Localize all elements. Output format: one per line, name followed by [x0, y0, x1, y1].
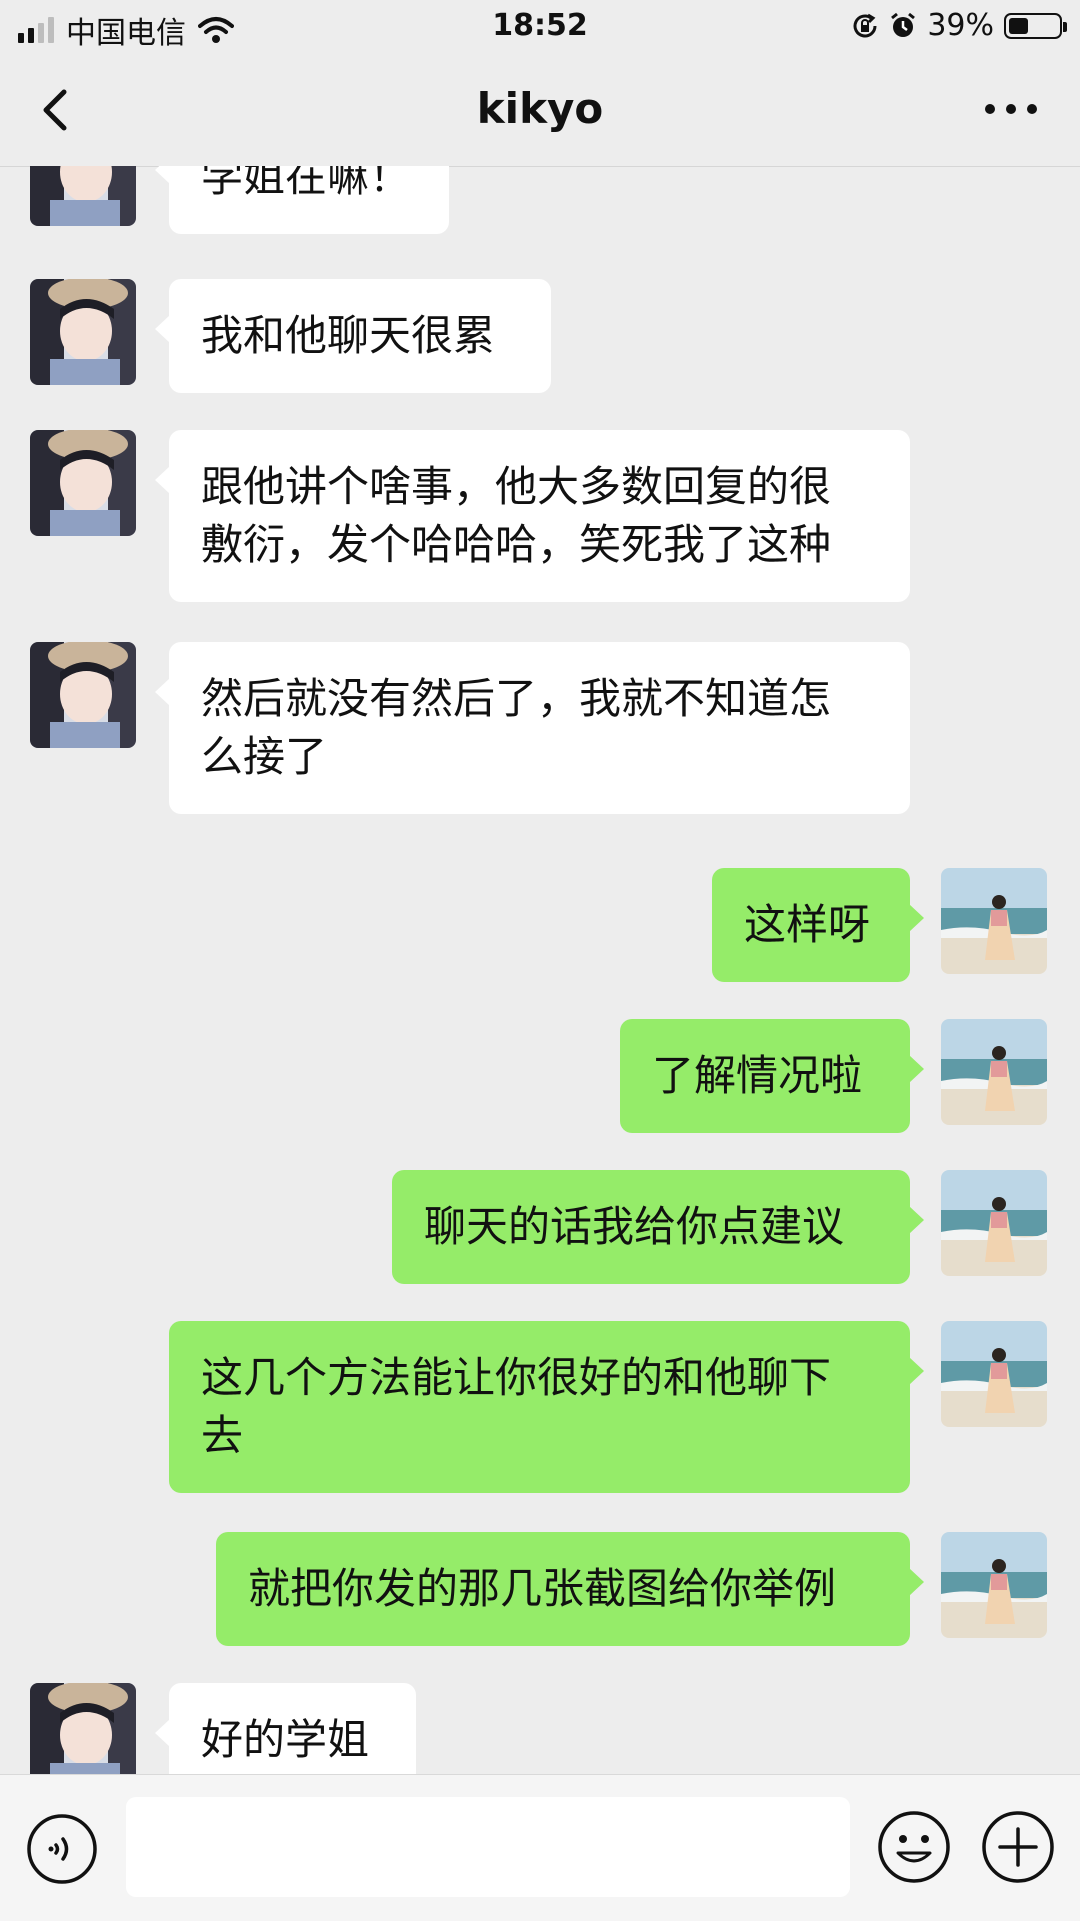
message-bubble[interactable]: 这样呀 — [712, 868, 924, 982]
my-avatar[interactable] — [941, 1532, 1047, 1638]
message-bubble[interactable]: 我和他聊天很累 — [155, 279, 551, 393]
message-bubble[interactable]: 了解情况啦 — [620, 1019, 924, 1133]
alarm-icon — [891, 12, 916, 37]
battery-icon — [1004, 12, 1067, 39]
message-bubble[interactable]: 这几个方法能让你很好的和他聊下 去 — [169, 1321, 924, 1493]
message-bubble[interactable]: 然后就没有然后了，我就不知道怎 么接了 — [155, 642, 910, 814]
message-bubble[interactable]: 聊天的话我给你点建议 — [392, 1170, 924, 1284]
message-bubble[interactable]: 就把你发的那几张截图给你举例 — [216, 1532, 924, 1646]
contact-avatar[interactable] — [30, 430, 136, 536]
more-button[interactable] — [976, 94, 1046, 124]
voice-icon — [27, 1814, 97, 1884]
add-button[interactable] — [980, 1809, 1056, 1885]
voice-button[interactable] — [26, 1813, 98, 1885]
chat-header: kikyo — [0, 54, 1080, 167]
contact-avatar[interactable] — [30, 642, 136, 748]
rotation-lock-icon — [853, 13, 877, 37]
status-bar: 中国电信 18:52 39% — [0, 0, 1080, 54]
my-avatar[interactable] — [941, 1321, 1047, 1427]
add-icon — [982, 1811, 1054, 1883]
message-bubble[interactable]: 学姐在嘛！ — [155, 166, 449, 234]
input-bar — [0, 1774, 1080, 1921]
my-avatar[interactable] — [941, 1019, 1047, 1125]
contact-avatar[interactable] — [30, 279, 136, 385]
status-right: 39% — [851, 8, 1067, 43]
my-avatar[interactable] — [941, 868, 1047, 974]
emoji-icon — [878, 1811, 950, 1883]
chat-title: kikyo — [476, 84, 604, 133]
message-list[interactable]: 学姐在嘛！ 我和他聊天很累跟他讲个啥事，他大多数回复的很 敷衍，发个哈哈哈，笑死我… — [0, 166, 1080, 1774]
message-bubble[interactable]: 好的学姐 — [155, 1683, 416, 1774]
contact-avatar[interactable] — [30, 1683, 136, 1774]
my-avatar[interactable] — [941, 1170, 1047, 1276]
battery-percent: 39% — [927, 8, 994, 43]
emoji-button[interactable] — [876, 1809, 952, 1885]
message-input[interactable] — [126, 1797, 850, 1897]
more-dots-icon — [985, 104, 1037, 114]
message-bubble[interactable]: 跟他讲个啥事，他大多数回复的很 敷衍，发个哈哈哈，笑死我了这种 — [155, 430, 910, 602]
contact-avatar[interactable] — [30, 166, 136, 226]
